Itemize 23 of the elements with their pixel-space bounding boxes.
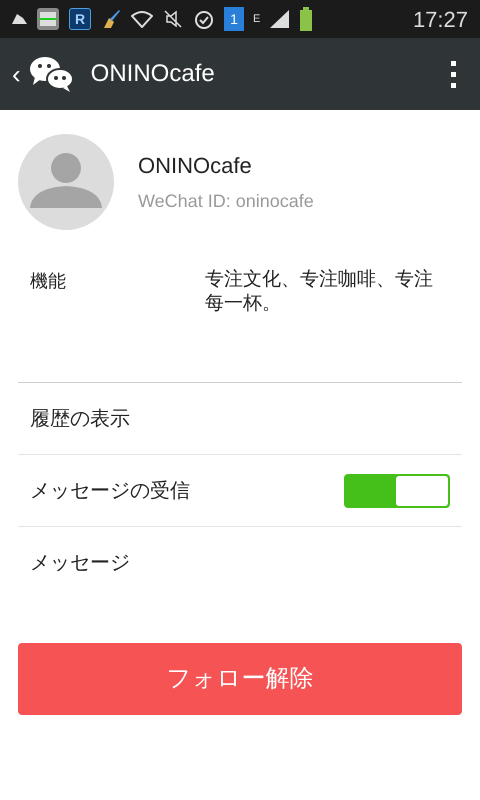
network-type: E: [253, 14, 260, 24]
mute-icon: [162, 9, 184, 29]
toggle-switch[interactable]: [344, 474, 450, 508]
profile-name: ONINOcafe: [138, 152, 253, 180]
notification-badge: 1: [224, 7, 244, 31]
battery-icon: [300, 7, 312, 31]
more-menu-icon[interactable]: [451, 60, 456, 88]
menu-item[interactable]: メッセージ: [30, 527, 450, 599]
barcode-scanner-icon: [36, 7, 60, 31]
clock-time: 17:27: [412, 6, 468, 34]
signal-icon: [269, 9, 292, 29]
wechat-id: WeChat ID: oninocafe: [138, 190, 314, 213]
feature-text: 专注文化、专注咖啡、专注每一杯。: [205, 268, 434, 316]
feature-label: 機能: [30, 270, 67, 293]
wifi-icon: [131, 10, 153, 28]
avatar-icon: [18, 134, 114, 230]
menu-item[interactable]: 履歴の表示: [30, 383, 450, 454]
back-button[interactable]: ‹: [12, 54, 29, 94]
chat-bubbles-icon: [28, 55, 75, 93]
alarm-clock-icon: [193, 8, 215, 30]
toggle-label: メッセージの受信: [30, 478, 190, 504]
app-icon: R: [69, 8, 91, 30]
window-title: ONINOcafe: [90, 59, 215, 89]
